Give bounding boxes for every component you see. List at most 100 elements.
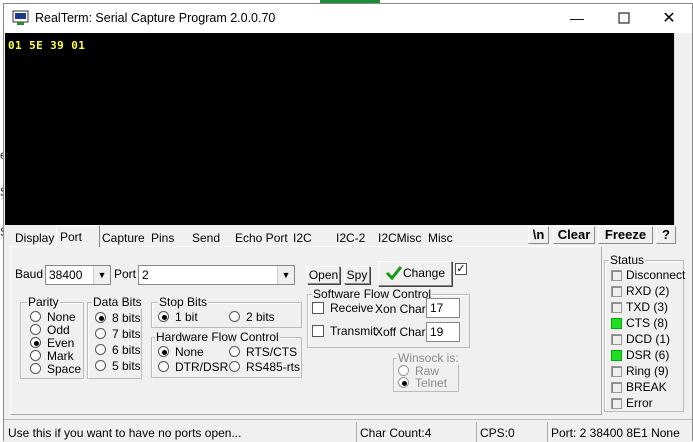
- data-bits-5-label: 5 bits: [112, 359, 141, 373]
- tab-display[interactable]: Display: [12, 229, 57, 247]
- parity-even-label: Even: [47, 336, 75, 350]
- baud-value: 38400: [49, 268, 83, 282]
- title-bar[interactable]: RealTerm: Serial Capture Program 2.0.0.7…: [4, 4, 692, 33]
- window-title: RealTerm: Serial Capture Program 2.0.0.7…: [35, 11, 276, 25]
- data-bits-6-radio[interactable]: [95, 344, 106, 355]
- xon-input[interactable]: 17: [426, 298, 460, 318]
- spy-button[interactable]: Spy: [344, 266, 370, 284]
- tab-capture[interactable]: Capture: [99, 229, 148, 247]
- status-led-label: DSR (6): [626, 348, 670, 362]
- status-separator: [356, 422, 357, 442]
- status-bar: Use this if you want to have no ports op…: [4, 419, 692, 442]
- parity-odd-radio[interactable]: [30, 324, 41, 335]
- parity-even-radio[interactable]: [30, 337, 41, 348]
- status-led-label: CTS (8): [626, 316, 668, 330]
- chevron-down-icon: ▼: [93, 266, 110, 284]
- hw-flow-none-radio[interactable]: [158, 346, 169, 357]
- minimize-button[interactable]: —: [554, 4, 600, 33]
- stop-bits-1-radio[interactable]: [158, 311, 169, 322]
- status-led: [611, 350, 622, 361]
- status-title: Status: [609, 253, 646, 267]
- status-led: [611, 382, 622, 393]
- winsock-title: Winsock is:: [397, 351, 460, 365]
- sw-receive-label: Receive: [330, 301, 374, 315]
- maximize-button[interactable]: [601, 4, 647, 33]
- tab-i2c-2[interactable]: I2C-2: [333, 229, 368, 247]
- status-led-label: RXD (2): [626, 284, 670, 298]
- status-led: [611, 398, 622, 409]
- help-button[interactable]: ?: [656, 226, 676, 244]
- app-icon: [12, 10, 30, 26]
- sw-flow-title: Software Flow Control: [312, 287, 433, 301]
- chevron-down-icon: ▼: [277, 266, 294, 284]
- sw-transmit-label: Transmit: [330, 324, 377, 338]
- data-bits-6-label: 6 bits: [112, 343, 141, 357]
- tab-echo-port[interactable]: Echo Port: [232, 229, 291, 247]
- close-button[interactable]: ✕: [646, 4, 692, 33]
- stop-bits-2-radio[interactable]: [229, 311, 240, 322]
- status-led-label: BREAK: [626, 380, 667, 394]
- parity-mark-radio[interactable]: [30, 350, 41, 361]
- hw-flow-none-label: None: [175, 345, 204, 359]
- change-label: Change: [402, 266, 446, 280]
- xoff-label: Xoff Char:: [375, 325, 429, 339]
- parity-none-label: None: [47, 310, 76, 324]
- stop-bits-group: Stop Bits: [151, 295, 302, 328]
- status-separator: [476, 422, 477, 442]
- status-led-label: Disconnect: [626, 268, 686, 282]
- winsock-telnet-radio[interactable]: [398, 377, 409, 388]
- clear-button[interactable]: Clear: [553, 226, 595, 244]
- baud-select[interactable]: 38400 ▼: [45, 265, 111, 285]
- status-led: [611, 334, 622, 345]
- status-hint: Use this if you want to have no ports op…: [8, 426, 242, 440]
- freeze-button[interactable]: Freeze: [598, 226, 653, 244]
- terminal-text: 01 5E 39 01: [8, 39, 86, 52]
- open-button[interactable]: Open: [307, 266, 340, 284]
- terminal-scrollbar[interactable]: [674, 33, 692, 225]
- change-auto-checkbox[interactable]: ✓: [455, 263, 467, 275]
- parity-mark-label: Mark: [47, 349, 74, 363]
- data-bits-7-radio[interactable]: [95, 328, 106, 339]
- tab-pins[interactable]: Pins: [148, 229, 177, 247]
- parity-none-radio[interactable]: [30, 311, 41, 322]
- hw-flow-dtrdsr-radio[interactable]: [158, 361, 169, 372]
- status-separator: [547, 422, 548, 442]
- parity-title: Parity: [27, 295, 60, 309]
- status-led: [611, 318, 622, 329]
- tab-i2c[interactable]: I2C: [290, 229, 315, 247]
- hw-flow-rs485-radio[interactable]: [229, 361, 240, 372]
- char-count: Char Count:4: [360, 426, 432, 440]
- xoff-input[interactable]: 19: [426, 322, 460, 342]
- tab-send[interactable]: Send: [189, 229, 223, 247]
- port-select[interactable]: 2 ▼: [138, 265, 295, 285]
- hw-flow-rtscts-radio[interactable]: [229, 346, 240, 357]
- status-led-label: DCD (1): [626, 332, 670, 346]
- stop-bits-title: Stop Bits: [158, 295, 209, 309]
- winsock-raw-radio[interactable]: [398, 365, 409, 376]
- tab-port[interactable]: Port: [56, 225, 100, 247]
- status-led: [611, 302, 622, 313]
- tab-i2cmisc[interactable]: I2CMisc: [375, 229, 424, 247]
- hw-flow-rs485-label: RS485-rts: [246, 360, 301, 374]
- data-bits-title: Data Bits: [92, 295, 143, 309]
- parity-odd-label: Odd: [47, 323, 70, 337]
- hw-flow-title: Hardware Flow Control: [155, 330, 280, 344]
- sw-receive-checkbox[interactable]: [312, 302, 324, 314]
- port-info: Port: 2 38400 8E1 None: [551, 426, 680, 440]
- data-bits-8-radio[interactable]: [95, 312, 106, 323]
- terminal-display[interactable]: 01 5E 39 01: [5, 33, 674, 225]
- data-bits-5-radio[interactable]: [95, 360, 106, 371]
- winsock-telnet-label: Telnet: [415, 376, 448, 390]
- status-led: [611, 286, 622, 297]
- change-button[interactable]: Change: [378, 261, 452, 286]
- hw-flow-rtscts-label: RTS/CTS: [246, 345, 298, 359]
- hw-flow-dtrdsr-label: DTR/DSR: [175, 360, 229, 374]
- tab-misc[interactable]: Misc: [425, 229, 456, 247]
- newline-button[interactable]: \n: [528, 226, 549, 244]
- status-led-label: Ring (9): [626, 364, 669, 378]
- status-led: [611, 366, 622, 377]
- status-led: [611, 270, 622, 281]
- checkmark-icon: [385, 265, 403, 289]
- sw-transmit-checkbox[interactable]: [312, 325, 324, 337]
- parity-space-radio[interactable]: [30, 363, 41, 374]
